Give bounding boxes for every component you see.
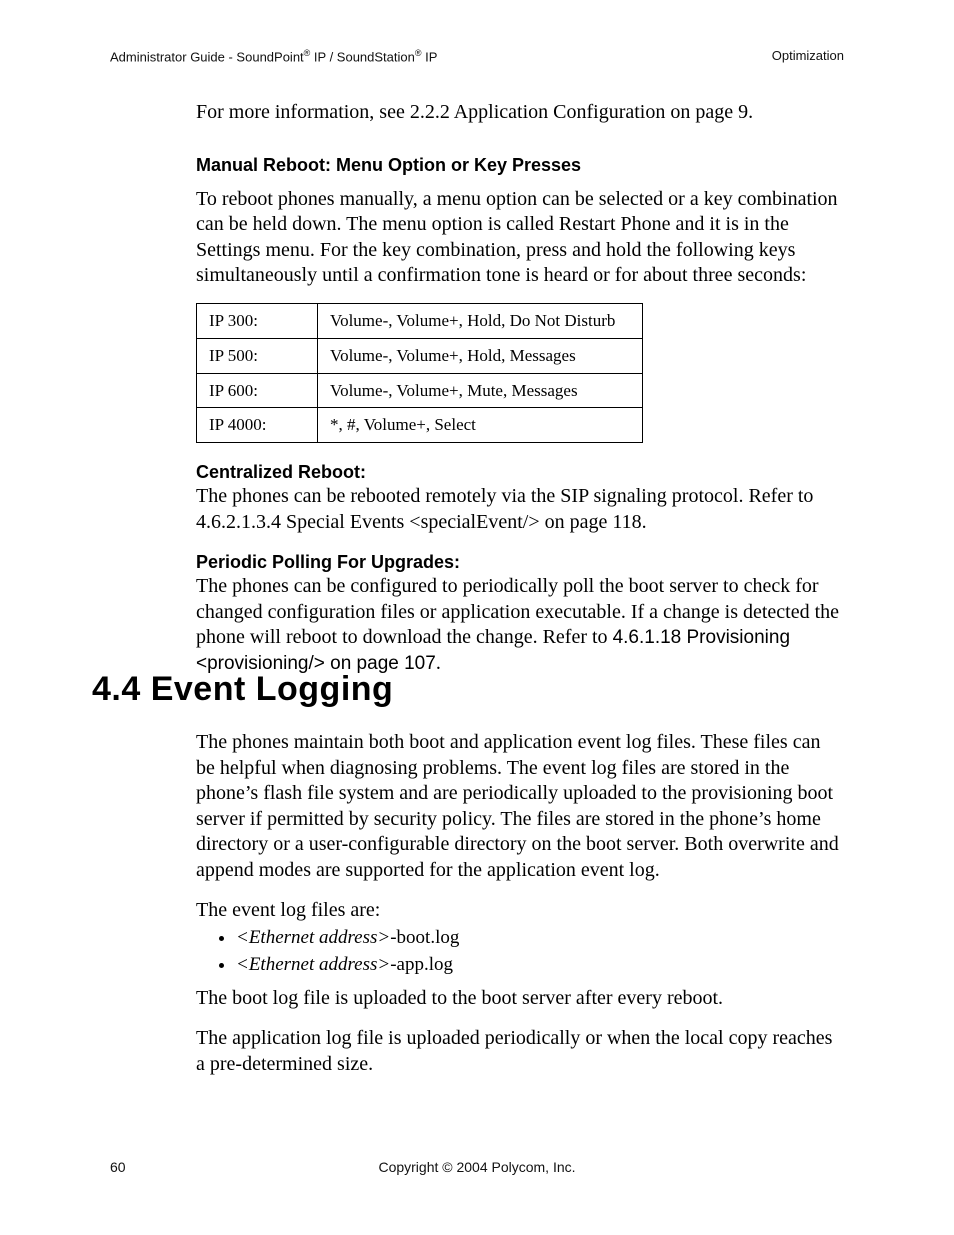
- event-logging-p4: The application log file is uploaded per…: [196, 1026, 844, 1077]
- log-italic: <Ethernet address>: [236, 927, 390, 948]
- keys-cell: *, #, Volume+, Select: [318, 408, 643, 443]
- section-4-4-heading: 4.4 Event Logging: [92, 670, 844, 709]
- table-row: IP 4000: *, #, Volume+, Select: [197, 408, 643, 443]
- model-cell: IP 4000:: [197, 408, 318, 443]
- table-row: IP 300: Volume-, Volume+, Hold, Do Not D…: [197, 304, 643, 339]
- keys-cell: Volume-, Volume+, Hold, Messages: [318, 338, 643, 373]
- more-info-para: For more information, see 2.2.2 Applicat…: [196, 100, 844, 126]
- keys-cell: Volume-, Volume+, Mute, Messages: [318, 373, 643, 408]
- centralized-para: The phones can be rebooted remotely via …: [196, 484, 844, 535]
- centralized-heading: Centralized Reboot:: [196, 461, 844, 484]
- footer: 60 Copyright © 2004 Polycom, Inc.: [110, 1159, 844, 1175]
- table-row: IP 500: Volume-, Volume+, Hold, Messages: [197, 338, 643, 373]
- header-left-mid: IP / SoundStation: [310, 49, 415, 64]
- table-row: IP 600: Volume-, Volume+, Mute, Messages: [197, 373, 643, 408]
- log-file-list: <Ethernet address>-boot.log <Ethernet ad…: [196, 925, 844, 978]
- model-cell: IP 300:: [197, 304, 318, 339]
- event-logging-p1: The phones maintain both boot and applic…: [196, 730, 844, 884]
- list-item: <Ethernet address>-app.log: [236, 952, 844, 979]
- manual-reboot-heading: Manual Reboot: Menu Option or Key Presse…: [196, 154, 844, 177]
- running-header: Administrator Guide - SoundPoint ® IP / S…: [110, 48, 844, 64]
- body-content: For more information, see 2.2.2 Applicat…: [196, 100, 844, 691]
- polling-para: The phones can be configured to periodic…: [196, 574, 844, 676]
- polling-heading: Periodic Polling For Upgrades:: [196, 551, 844, 574]
- log-italic: <Ethernet address>: [236, 954, 390, 975]
- log-suffix: -app.log: [390, 954, 453, 975]
- model-cell: IP 500:: [197, 338, 318, 373]
- header-left: Administrator Guide - SoundPoint ® IP / S…: [110, 48, 437, 64]
- list-item: <Ethernet address>-boot.log: [236, 925, 844, 952]
- event-logging-p2: The event log files are:: [196, 898, 844, 924]
- header-right: Optimization: [772, 48, 844, 64]
- manual-reboot-para: To reboot phones manually, a menu option…: [196, 187, 844, 289]
- header-left-tail: IP: [422, 49, 438, 64]
- section-4-4-body: The phones maintain both boot and applic…: [196, 730, 844, 1091]
- copyright: Copyright © 2004 Polycom, Inc.: [378, 1159, 575, 1175]
- page-number: 60: [110, 1159, 126, 1175]
- model-cell: IP 600:: [197, 373, 318, 408]
- reg-mark-2: ®: [415, 48, 422, 58]
- key-combo-table: IP 300: Volume-, Volume+, Hold, Do Not D…: [196, 303, 643, 443]
- event-logging-p3: The boot log file is uploaded to the boo…: [196, 986, 844, 1012]
- header-left-pre: Administrator Guide - SoundPoint: [110, 49, 304, 64]
- keys-cell: Volume-, Volume+, Hold, Do Not Disturb: [318, 304, 643, 339]
- log-suffix: -boot.log: [390, 927, 459, 948]
